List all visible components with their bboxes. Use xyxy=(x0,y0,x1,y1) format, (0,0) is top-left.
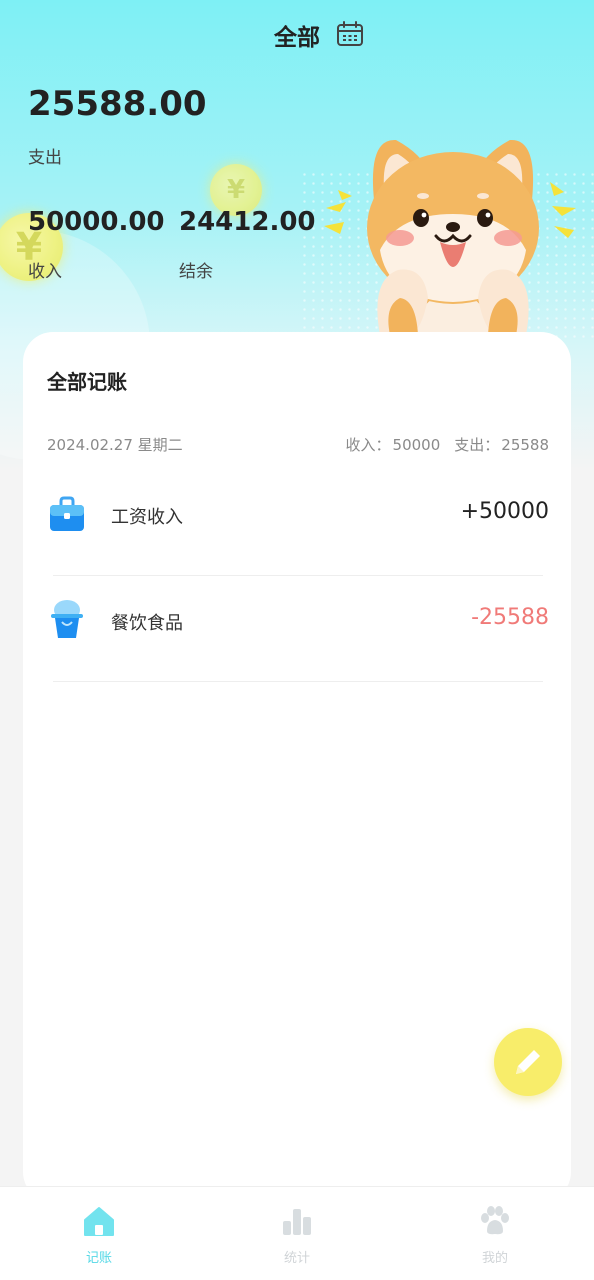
day-summary-row: 2024.02.27 星期二 收入： 50000 支出： 25588 xyxy=(47,434,549,458)
tab-profile[interactable]: 我的 xyxy=(396,1187,594,1280)
tab-bookkeeping[interactable]: 记账 xyxy=(0,1187,198,1280)
day-income-value: 50000 xyxy=(392,436,441,454)
total-expense-label: 支出 xyxy=(28,148,62,168)
balance-label: 结余 xyxy=(179,262,213,282)
record-item[interactable]: 工资收入 +50000 xyxy=(47,470,549,576)
total-income-label: 收入 xyxy=(28,262,62,282)
divider xyxy=(53,681,543,682)
record-amount: -25588 xyxy=(471,605,549,630)
card-title: 全部记账 xyxy=(47,370,127,394)
shiba-mascot-illustration xyxy=(318,130,588,335)
day-expense-label: 支出： xyxy=(454,436,500,454)
day-date: 2024.02.27 星期二 xyxy=(47,436,183,454)
tab-label: 我的 xyxy=(481,1251,508,1266)
total-income-value: 50000.00 xyxy=(28,207,165,237)
bar-chart-icon xyxy=(281,1205,313,1237)
calendar-icon[interactable] xyxy=(336,20,364,48)
top-bar: 全部 xyxy=(0,0,594,70)
records-card: 全部记账 2024.02.27 星期二 收入： 50000 支出： 25588 工资收… xyxy=(23,332,571,1202)
total-expense-value: 25588.00 xyxy=(28,84,207,124)
tab-label: 记账 xyxy=(85,1251,112,1266)
briefcase-icon xyxy=(47,492,87,536)
record-category: 工资收入 xyxy=(111,507,183,528)
home-icon xyxy=(83,1205,115,1237)
day-income-label: 收入： xyxy=(345,436,391,454)
balance-value: 24412.00 xyxy=(179,207,316,237)
paw-icon xyxy=(479,1205,511,1237)
tab-statistics[interactable]: 统计 xyxy=(198,1187,396,1280)
record-amount: +50000 xyxy=(460,499,549,524)
filter-title[interactable]: 全部 xyxy=(274,18,320,52)
record-item[interactable]: 餐饮食品 -25588 xyxy=(47,576,549,682)
day-totals: 收入： 50000 支出： 25588 xyxy=(344,434,549,455)
bottom-tab-bar: 记账 统计 我的 xyxy=(0,1186,594,1280)
food-cup-icon xyxy=(47,598,87,642)
tab-label: 统计 xyxy=(283,1251,310,1266)
day-expense-value: 25588 xyxy=(501,436,549,454)
record-category: 餐饮食品 xyxy=(111,613,183,634)
add-record-button[interactable] xyxy=(494,1028,562,1096)
